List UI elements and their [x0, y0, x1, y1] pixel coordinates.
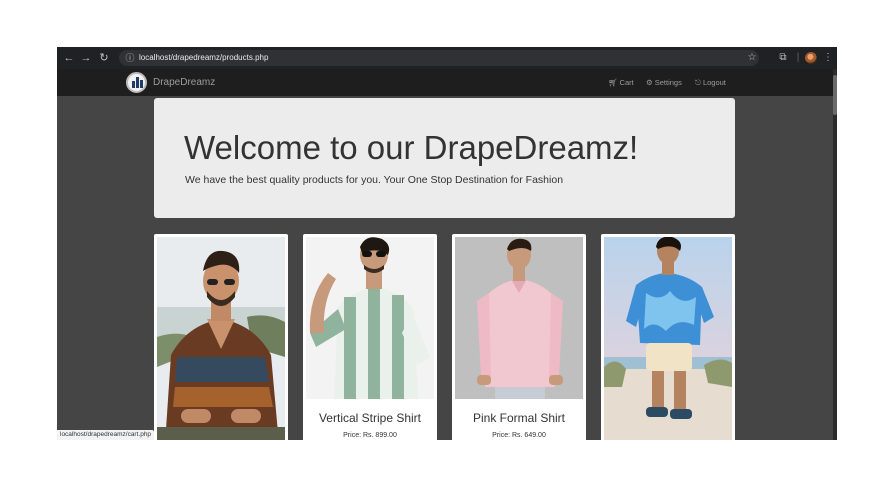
nav-cart-link[interactable]: 🛒︎ Cart: [608, 69, 634, 96]
profile-avatar[interactable]: [805, 52, 817, 64]
product-image[interactable]: [157, 237, 285, 440]
menu-kebab-icon[interactable]: ⋮: [823, 50, 833, 66]
product-card[interactable]: [154, 234, 288, 440]
reload-icon[interactable]: ↻: [97, 50, 111, 66]
bookmark-star-icon[interactable]: ☆: [746, 50, 758, 66]
hero-title: Welcome to our DrapeDreamz!: [184, 129, 639, 166]
product-photo-3: [455, 237, 583, 399]
product-photo-2: [306, 237, 434, 399]
hero-jumbotron: Welcome to our DrapeDreamz! We have the …: [154, 98, 735, 218]
site-info-icon[interactable]: ⓘ: [124, 52, 136, 64]
product-price: Price: Rs. 649.00: [492, 432, 546, 439]
product-photo-1: [157, 237, 285, 440]
browser-toolbar: ← → ↻ ⓘ localhost/drapedreamz/products.p…: [57, 47, 837, 69]
brand-logo[interactable]: [126, 72, 147, 93]
nav-cart-label: Cart: [619, 78, 634, 87]
product-name[interactable]: Vertical Stripe Shirt: [303, 411, 437, 425]
forward-arrow-icon[interactable]: →: [79, 50, 93, 66]
extensions-icon[interactable]: ⧉: [776, 50, 790, 66]
product-card[interactable]: Vertical Stripe Shirt Price: Rs. 899.00: [303, 234, 437, 440]
hero-subtitle: We have the best quality products for yo…: [185, 174, 564, 186]
brand-name[interactable]: DrapeDreamz: [153, 69, 215, 96]
page-scrollbar[interactable]: [833, 69, 837, 440]
back-arrow-icon[interactable]: ←: [62, 50, 76, 66]
product-card[interactable]: [601, 234, 735, 440]
nav-settings-link[interactable]: ⚙ Settings: [646, 69, 682, 96]
logout-icon: ⎋: [695, 78, 701, 87]
product-photo-4: [604, 237, 732, 440]
nav-logout-label: Logout: [702, 78, 726, 87]
product-name[interactable]: Pink Formal Shirt: [452, 411, 586, 425]
product-image[interactable]: [604, 237, 732, 440]
cart-icon: 🛒︎: [608, 78, 618, 87]
gear-icon: ⚙: [646, 78, 653, 87]
product-card[interactable]: Pink Formal Shirt Price: Rs. 649.00: [452, 234, 586, 440]
site-navbar: DrapeDreamz 🛒︎ Cart ⚙ Settings ⎋ Logout: [57, 69, 833, 96]
address-url[interactable]: localhost/drapedreamz/products.php: [139, 50, 268, 66]
browser-window: ← → ↻ ⓘ localhost/drapedreamz/products.p…: [57, 47, 837, 440]
product-image[interactable]: [455, 237, 583, 399]
product-image[interactable]: [306, 237, 434, 399]
product-price: Price: Rs. 899.00: [343, 432, 397, 439]
address-bar[interactable]: ⓘ localhost/drapedreamz/products.php ☆: [119, 50, 759, 66]
toolbar-divider: |: [796, 52, 800, 63]
nav-settings-label: Settings: [654, 78, 682, 87]
status-bar-url: localhost/drapedreamz/cart.php: [57, 430, 155, 440]
scrollbar-thumb[interactable]: [833, 75, 837, 115]
nav-logout-link[interactable]: ⎋ Logout: [695, 69, 726, 96]
